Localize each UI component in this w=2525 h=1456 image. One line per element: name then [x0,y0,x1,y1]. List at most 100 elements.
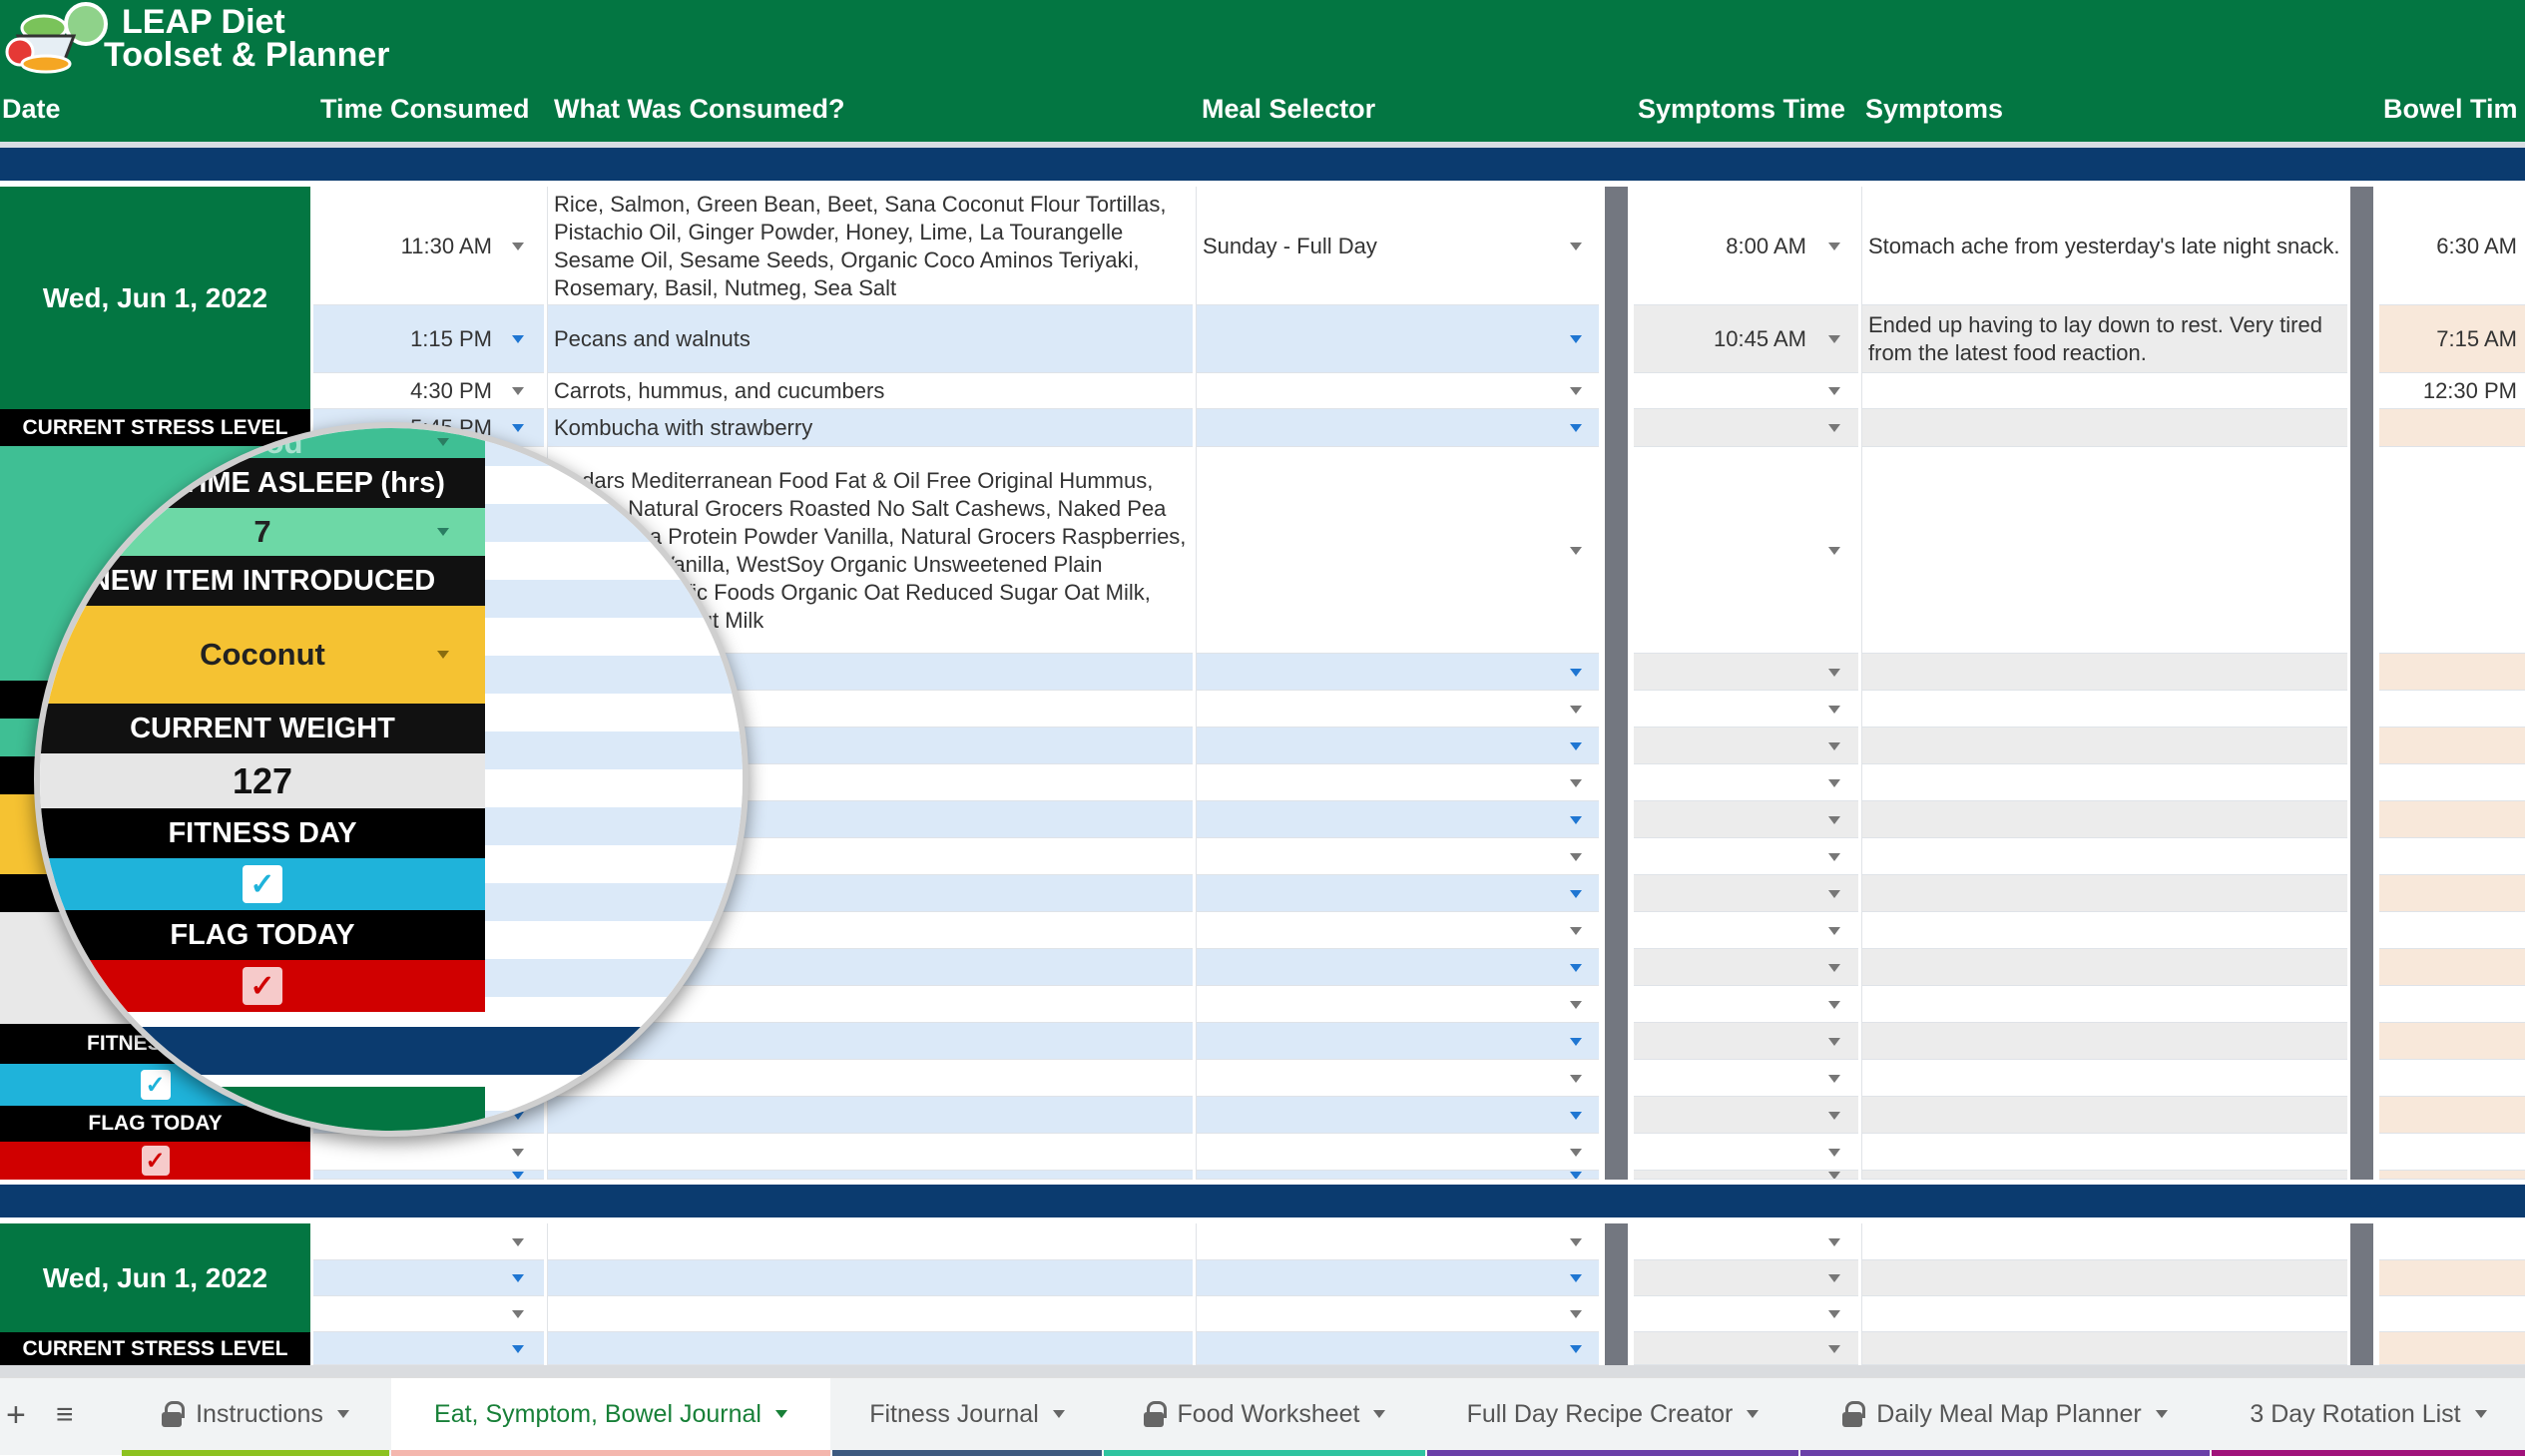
chevron-down-icon[interactable] [512,387,524,395]
chevron-down-icon[interactable] [774,1410,787,1418]
chevron-down-icon[interactable] [1570,335,1582,343]
chevron-down-icon[interactable] [2474,1410,2487,1418]
symptoms-cell[interactable] [1861,1097,2347,1134]
chevron-down-icon[interactable] [512,1345,524,1353]
bowel-time-cell[interactable] [2379,1260,2525,1296]
bowel-time-cell[interactable] [2379,1223,2525,1260]
what-consumed-cell[interactable] [547,1296,1193,1332]
sheet-tab-3-day-rotation-list[interactable]: 3 Day Rotation List [2212,1378,2525,1456]
add-sheet-icon[interactable]: + [6,1396,26,1435]
meal-selector-cell[interactable] [1196,949,1599,986]
symptoms-time-cell[interactable] [1634,1097,1858,1134]
symptoms-cell[interactable] [1861,949,2347,986]
symptoms-time-cell[interactable] [1634,728,1858,764]
chevron-down-icon[interactable] [1373,1410,1386,1418]
what-consumed-cell[interactable] [547,1134,1193,1171]
chevron-down-icon[interactable] [512,1149,524,1157]
meal-selector-cell[interactable] [1196,447,1599,654]
meal-selector-cell[interactable] [1196,1060,1599,1097]
time-consumed-cell[interactable]: 4:30 PM [313,373,544,409]
symptoms-time-cell[interactable] [1634,1171,1858,1180]
chevron-down-icon[interactable] [1828,1172,1840,1179]
chevron-down-icon[interactable] [1828,335,1840,343]
bowel-time-cell[interactable] [2379,691,2525,728]
bowel-time-cell[interactable] [2379,949,2525,986]
chevron-down-icon[interactable] [512,1310,524,1318]
chevron-down-icon[interactable] [1570,547,1582,555]
bowel-time-cell[interactable] [2379,447,2525,654]
meal-selector-cell[interactable] [1196,373,1599,409]
symptoms-time-cell[interactable]: 8:00 AM [1634,187,1858,305]
bowel-time-cell[interactable] [2379,728,2525,764]
bowel-time-cell[interactable] [2379,1134,2525,1171]
chevron-down-icon[interactable] [1828,669,1840,677]
symptoms-cell[interactable] [1861,1332,2347,1365]
chevron-down-icon[interactable] [1828,890,1840,898]
chevron-down-icon[interactable] [1570,706,1582,714]
symptoms-time-cell[interactable] [1634,691,1858,728]
meal-selector-cell[interactable] [1196,1332,1599,1365]
symptoms-cell[interactable] [1861,447,2347,654]
chevron-down-icon[interactable] [1828,243,1840,250]
symptoms-cell[interactable]: Ended up having to lay down to rest. Ver… [1861,305,2347,373]
symptoms-time-cell[interactable] [1634,949,1858,986]
lens-new-item-value[interactable]: Coconut [40,606,485,704]
bowel-time-cell[interactable] [2379,1296,2525,1332]
symptoms-cell[interactable] [1861,875,2347,912]
chevron-down-icon[interactable] [512,1238,524,1246]
bowel-time-cell[interactable] [2379,654,2525,691]
chevron-down-icon[interactable] [1570,424,1582,432]
col-header-what-consumed[interactable]: What Was Consumed? [554,94,845,125]
meal-selector-cell[interactable] [1196,1260,1599,1296]
chevron-down-icon[interactable] [1828,1075,1840,1083]
col-header-date[interactable]: Date [2,94,61,125]
symptoms-time-cell[interactable] [1634,801,1858,838]
symptoms-time-cell[interactable] [1634,654,1858,691]
col-header-meal-selector[interactable]: Meal Selector [1202,94,1375,125]
chevron-down-icon[interactable] [1570,964,1582,972]
bowel-time-cell[interactable]: 12:30 PM [2379,373,2525,409]
col-header-bowel-time[interactable]: Bowel Tim [2383,94,2518,125]
bowel-time-cell[interactable] [2379,1171,2525,1180]
sheet-tab-fitness-journal[interactable]: Fitness Journal [832,1378,1102,1456]
chevron-down-icon[interactable] [1828,816,1840,824]
time-consumed-cell[interactable] [313,1332,544,1365]
lens-flag-checkbox[interactable]: ✓ [243,967,282,1005]
chevron-down-icon[interactable] [1570,779,1582,787]
time-consumed-cell[interactable] [313,1171,544,1180]
chevron-down-icon[interactable] [1570,1149,1582,1157]
meal-selector-cell[interactable] [1196,1134,1599,1171]
symptoms-cell[interactable] [1861,1023,2347,1060]
col-header-symptoms[interactable]: Symptoms [1865,94,2003,125]
chevron-down-icon[interactable] [1828,853,1840,861]
chevron-down-icon[interactable] [1828,1038,1840,1046]
chevron-down-icon[interactable] [336,1410,349,1418]
meal-selector-cell[interactable] [1196,875,1599,912]
meal-selector-cell[interactable] [1196,654,1599,691]
chevron-down-icon[interactable] [1828,1001,1840,1009]
all-sheets-menu-icon[interactable]: ≡ [56,1398,74,1432]
col-header-symptoms-time[interactable]: Symptoms Time [1638,94,1845,125]
symptoms-time-cell[interactable] [1634,447,1858,654]
time-consumed-cell[interactable] [313,1134,544,1171]
symptoms-cell[interactable] [1861,1296,2347,1332]
sheet-tab-full-day-recipe-creator[interactable]: Full Day Recipe Creator [1427,1378,1798,1456]
time-consumed-cell[interactable]: 11:30 AM [313,187,544,305]
what-consumed-cell[interactable]: Pecans and walnuts [547,305,1193,373]
bowel-time-cell[interactable] [2379,1060,2525,1097]
chevron-down-icon[interactable] [1570,1075,1582,1083]
lens-sleep-value[interactable]: 7 [40,508,485,556]
bowel-time-cell[interactable] [2379,1023,2525,1060]
lens-weight-value[interactable]: 127 [40,753,485,808]
symptoms-time-cell[interactable] [1634,1060,1858,1097]
symptoms-cell[interactable] [1861,801,2347,838]
symptoms-cell[interactable]: Stomach ache from yesterday's late night… [1861,187,2347,305]
time-consumed-cell[interactable]: 1:15 PM [313,305,544,373]
chevron-down-icon[interactable] [1828,1112,1840,1120]
what-consumed-cell[interactable] [547,1223,1193,1260]
chevron-down-icon[interactable] [1570,742,1582,750]
sheet-tab-instructions[interactable]: Instructions [122,1378,389,1456]
chevron-down-icon[interactable] [1747,1410,1760,1418]
bowel-time-cell[interactable] [2379,912,2525,949]
sheet-tab-daily-meal-map-planner[interactable]: Daily Meal Map Planner [1800,1378,2210,1456]
